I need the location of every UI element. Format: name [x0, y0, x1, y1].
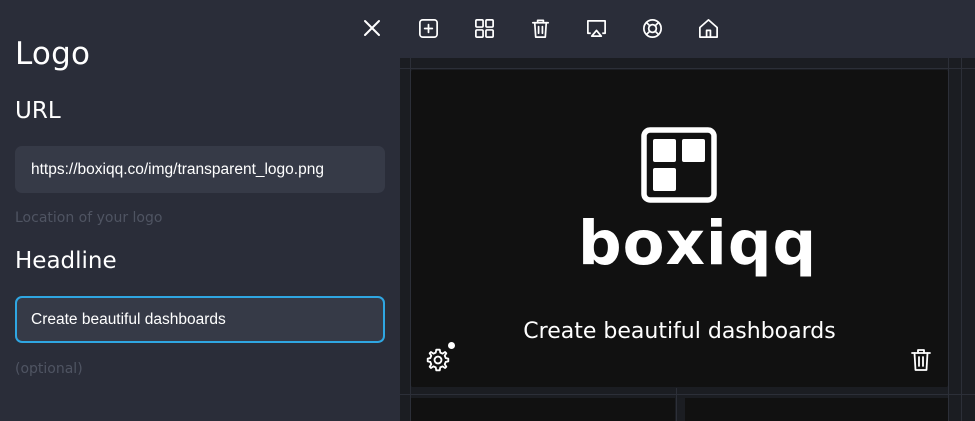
boxiqq-logo-icon [641, 127, 717, 203]
grid-line [400, 68, 975, 69]
widget-tile-lower-left[interactable] [411, 398, 675, 421]
add-widget-icon [418, 18, 438, 38]
close-panel-button[interactable] [361, 17, 383, 39]
panel-title: Logo [15, 36, 91, 72]
cast-icon [586, 19, 606, 37]
logo-url-input[interactable] [15, 146, 385, 193]
widget-settings-gear-icon[interactable] [425, 347, 451, 373]
grid-line [948, 58, 949, 421]
home-button[interactable] [694, 14, 722, 42]
home-icon [698, 18, 718, 38]
grid-line [400, 394, 975, 395]
delete-button[interactable] [526, 14, 554, 42]
widget-tile-lower-right[interactable] [685, 398, 948, 421]
trash-icon [531, 18, 549, 38]
url-label: URL [15, 98, 61, 124]
grid-layout-icon [474, 18, 494, 38]
cast-button[interactable] [582, 14, 610, 42]
help-button[interactable] [638, 14, 666, 42]
headline-label: Headline [15, 248, 117, 274]
settings-indicator-dot [448, 342, 455, 349]
help-lifebuoy-icon [642, 18, 662, 38]
close-icon [364, 20, 380, 36]
logo-settings-panel: Logo URL Location of your logo Headline … [0, 0, 400, 421]
dashboard-toolbar [400, 0, 975, 58]
url-hint: Location of your logo [15, 210, 163, 226]
widget-delete-trash-icon[interactable] [909, 347, 933, 373]
grid-layout-button[interactable] [470, 14, 498, 42]
tile-headline: Create beautiful dashboards [523, 319, 836, 344]
brand-wordmark: boxiqq [578, 208, 818, 279]
grid-line [676, 388, 677, 421]
headline-input[interactable] [15, 296, 385, 343]
grid-line [961, 58, 962, 421]
headline-hint: (optional) [15, 361, 83, 377]
add-widget-button[interactable] [414, 14, 442, 42]
